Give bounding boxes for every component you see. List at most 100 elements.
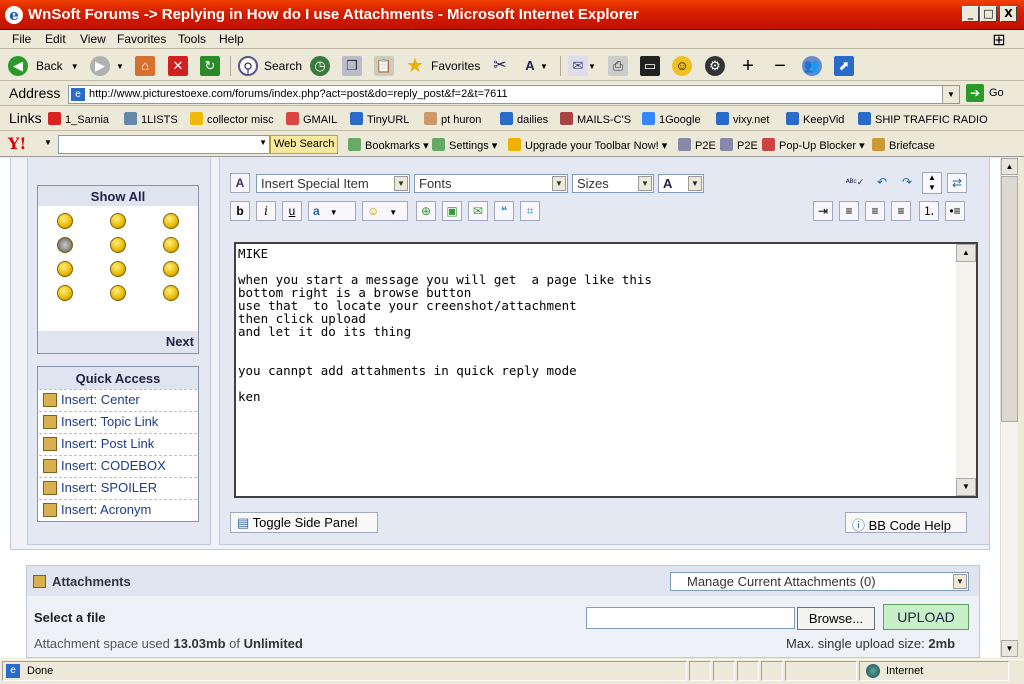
go-arrow-icon[interactable]: ➔	[966, 84, 984, 102]
insert-topic-link-item[interactable]: Insert: Topic Link	[39, 411, 197, 432]
smiley-icon[interactable]	[110, 213, 126, 229]
chevron-down-icon[interactable]: ▼	[44, 138, 52, 147]
sad-smiley-icon[interactable]	[163, 285, 179, 301]
popup-blocker-button[interactable]: Pop-Up Blocker ▾	[762, 138, 865, 152]
switch-editor-icon[interactable]: ⇄	[947, 173, 967, 193]
smiley-icon[interactable]	[163, 261, 179, 277]
message-textarea[interactable]: MIKE when you start a message you will g…	[234, 242, 978, 498]
cool-smiley-icon[interactable]	[57, 237, 73, 253]
laugh-smiley-icon[interactable]	[110, 261, 126, 277]
minimize-button[interactable]: _	[962, 6, 979, 22]
page-scrollbar[interactable]: ▲ ▼	[1000, 158, 1018, 658]
link-tinyurl[interactable]: TinyURL	[350, 112, 409, 126]
yahoo-logo[interactable]: Y!	[8, 134, 26, 153]
scroll-down-icon[interactable]: ▼	[1001, 640, 1018, 657]
link-gmail[interactable]: GMAIL	[286, 112, 337, 126]
scroll-up-icon[interactable]: ▲	[956, 244, 976, 262]
menu-edit[interactable]: Edit	[45, 32, 66, 46]
back-button[interactable]: ◀ Back ▼	[8, 55, 79, 77]
copy-button[interactable]: ❐	[342, 55, 362, 77]
link-vixy[interactable]: vixy.net	[716, 112, 769, 126]
font-color-button[interactable]: a ▼	[308, 201, 356, 221]
smiley-icon[interactable]	[163, 213, 179, 229]
font-style-icon[interactable]: A	[230, 173, 250, 193]
favorites-button[interactable]: ★ Favorites	[405, 55, 480, 77]
stop-button[interactable]: ✕	[168, 55, 188, 77]
scroll-up-icon[interactable]: ▲	[1001, 158, 1018, 175]
zoom-out-button[interactable]: −	[770, 55, 790, 77]
media-button[interactable]: ▭	[640, 55, 660, 77]
insert-post-link-item[interactable]: Insert: Post Link	[39, 433, 197, 454]
tool-button[interactable]: ⚙	[705, 55, 725, 77]
address-input[interactable]: e http://www.picturestoexe.com/forums/in…	[68, 85, 960, 104]
font-color-select[interactable]: A ▼	[658, 174, 704, 193]
zoom-in-button[interactable]: +	[738, 55, 758, 77]
yahoo-search-input[interactable]: ▼	[58, 135, 270, 154]
smiley-icon[interactable]	[57, 261, 73, 277]
surprised-smiley-icon[interactable]	[57, 285, 73, 301]
insert-email-icon[interactable]: ✉	[468, 201, 488, 221]
menu-help[interactable]: Help	[219, 32, 244, 46]
link-mails-cs[interactable]: MAILS-C'S	[560, 112, 631, 126]
link-keepvid[interactable]: KeepVid	[786, 112, 844, 126]
insert-image-icon[interactable]: ▣	[442, 201, 462, 221]
cut-button[interactable]: ✂	[490, 55, 510, 77]
resize-icon[interactable]: ▲ ▼	[922, 172, 942, 194]
italic-button[interactable]: i	[256, 201, 276, 221]
insert-spoiler-item[interactable]: Insert: SPOILER	[39, 477, 197, 498]
underline-button[interactable]: u	[282, 201, 302, 221]
forward-button[interactable]: ▶ ▼	[90, 55, 124, 77]
link-1google[interactable]: 1Google	[642, 112, 701, 126]
contacts-button[interactable]: 👥	[802, 55, 822, 77]
tongue-smiley-icon[interactable]	[110, 285, 126, 301]
indent-icon[interactable]: ⇥	[813, 201, 833, 221]
numbered-list-icon[interactable]: ⒈	[919, 201, 939, 221]
insert-codebox-item[interactable]: Insert: CODEBOX	[39, 455, 197, 476]
scroll-down-icon[interactable]: ▼	[956, 478, 976, 496]
upgrade-button[interactable]: Upgrade your Toolbar Now! ▾	[508, 138, 667, 152]
insert-center-item[interactable]: Insert: Center	[39, 389, 197, 410]
messenger-button[interactable]: ☺	[672, 55, 692, 77]
menu-file[interactable]: File	[12, 32, 31, 46]
align-center-icon[interactable]: ≡	[865, 201, 885, 221]
sizes-select[interactable]: Sizes ▼	[572, 174, 654, 193]
smiley-icon[interactable]	[57, 213, 73, 229]
fonts-select[interactable]: Fonts ▼	[414, 174, 568, 193]
angry-smiley-icon[interactable]	[110, 237, 126, 253]
smiley-icon[interactable]	[163, 237, 179, 253]
browse-button[interactable]: Browse...	[797, 607, 875, 630]
align-left-icon[interactable]: ≡	[839, 201, 859, 221]
spellcheck-icon[interactable]: ᴬᴮᶜ✓	[845, 173, 865, 193]
maximize-button[interactable]: □	[980, 6, 997, 22]
history-button[interactable]: ◷	[310, 55, 330, 77]
bullet-list-icon[interactable]: •≡	[945, 201, 965, 221]
search-button[interactable]: ⚲ Search	[238, 55, 302, 77]
p2e-button-2[interactable]: P2E	[720, 138, 758, 152]
close-button[interactable]: X	[1000, 6, 1017, 22]
mail-button[interactable]: ✉ ▼	[568, 55, 596, 77]
textarea-scrollbar[interactable]: ▲ ▼	[956, 244, 976, 496]
next-link[interactable]: Next	[38, 331, 198, 353]
menu-tools[interactable]: Tools	[178, 32, 206, 46]
undo-icon[interactable]: ↶	[872, 173, 892, 193]
toggle-side-panel-button[interactable]: ▤ Toggle Side Panel	[230, 512, 378, 533]
bold-button[interactable]: b	[230, 201, 250, 221]
insert-acronym-item[interactable]: Insert: Acronym	[39, 499, 197, 520]
file-path-input[interactable]	[586, 607, 795, 629]
link-1lists[interactable]: 1LISTS	[124, 112, 178, 126]
chevron-down-icon[interactable]: ▼	[259, 138, 267, 147]
web-search-button[interactable]: Web Search	[270, 135, 339, 154]
link-dailies[interactable]: dailies	[500, 112, 548, 126]
insert-special-select[interactable]: Insert Special Item ▼	[256, 174, 410, 193]
menu-view[interactable]: View	[80, 32, 106, 46]
go-button[interactable]: Go	[989, 87, 1004, 99]
print-button[interactable]: ⎙	[608, 55, 628, 77]
bookmarks-button[interactable]: Bookmarks ▾	[348, 138, 429, 152]
fullscreen-button[interactable]: ⬈	[834, 55, 854, 77]
link-pt-huron[interactable]: pt huron	[424, 112, 481, 126]
show-all-link[interactable]: Show All	[38, 186, 198, 206]
align-right-icon[interactable]: ≡	[891, 201, 911, 221]
menu-favorites[interactable]: Favorites	[117, 32, 166, 46]
p2e-button-1[interactable]: P2E	[678, 138, 716, 152]
manage-attachments-select[interactable]: Manage Current Attachments (0) ▼	[670, 572, 969, 591]
